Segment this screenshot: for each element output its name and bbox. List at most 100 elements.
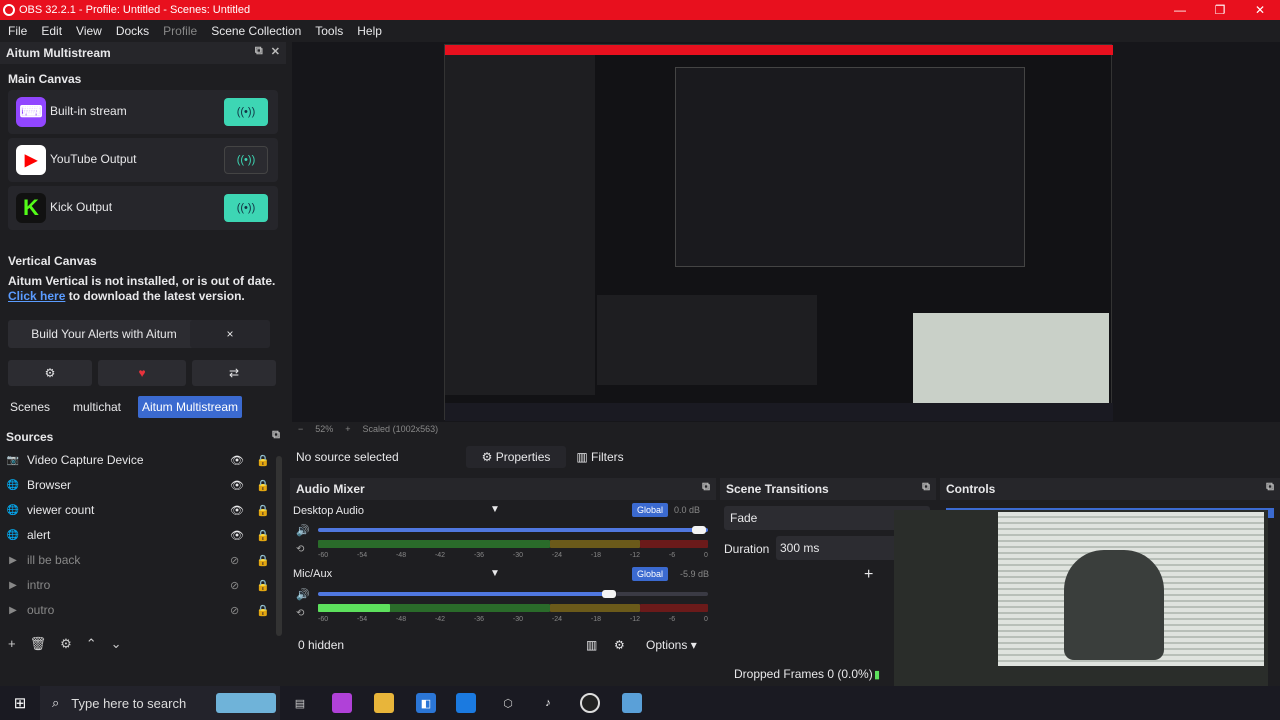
tab-scenes[interactable]: Scenes (6, 396, 54, 418)
settings-gear-icon[interactable]: ⚙ (8, 360, 92, 386)
windows-start-icon[interactable]: ⊞ (10, 693, 30, 713)
minimize-button[interactable]: — (1160, 0, 1200, 20)
menu-profile[interactable]: Profile (163, 24, 197, 38)
add-icon[interactable]: + (8, 636, 16, 652)
float-dock-icon[interactable]: ⧉ (1266, 481, 1274, 494)
app-thumbnail-icon[interactable] (622, 693, 642, 713)
lock-icon[interactable]: 🔒 (256, 554, 270, 567)
source-item[interactable]: ▶ intro ⊘ 🔒 (6, 573, 276, 597)
close-window-button[interactable]: ✕ (1240, 0, 1280, 20)
speaker-icon[interactable]: 🔊 (296, 524, 310, 537)
menu-scene-collection[interactable]: Scene Collection (211, 24, 301, 38)
menu-docks[interactable]: Docks (116, 24, 149, 38)
heart-icon[interactable]: ♥ (98, 360, 186, 386)
monitor-icon[interactable]: ⟲ (296, 544, 304, 555)
source-item[interactable]: ▶ outro ⊘ 🔒 (6, 598, 276, 622)
source-item[interactable]: ▶ ill be back ⊘ 🔒 (6, 548, 276, 572)
eye-icon[interactable]: 👁 (230, 529, 244, 542)
app-icon[interactable]: ⬡ (498, 693, 518, 713)
trash-icon[interactable]: 🗑 (30, 636, 47, 652)
click-here-link[interactable]: Click here (8, 289, 65, 303)
speaker-icon[interactable]: 🔊 (296, 588, 310, 601)
lock-icon[interactable]: 🔒 (256, 454, 270, 467)
file-explorer-icon[interactable] (374, 693, 394, 713)
edge-icon[interactable] (456, 693, 476, 713)
sources-toolbar: + 🗑 ⚙ ⌃ ⌄ (8, 636, 122, 652)
preview-area[interactable]: − 52% + Scaled (1002x563) (292, 42, 1280, 434)
aitum-dock-title: Aitum Multistream (6, 46, 111, 60)
eye-icon[interactable]: 👁 (230, 479, 244, 492)
volume-slider-handle[interactable] (602, 590, 616, 598)
channel-name: Mic/Aux (293, 568, 333, 580)
eye-hidden-icon[interactable]: ⊘ (230, 604, 239, 617)
play-icon: ▶ (9, 554, 17, 566)
float-dock-icon[interactable]: ⧉ (702, 481, 710, 494)
eye-icon[interactable]: 👁 (230, 504, 244, 517)
channel-db: 0.0 dB (674, 505, 701, 515)
zoom-in-icon[interactable]: + (345, 424, 350, 434)
gear-icon[interactable]: ⚙ (614, 638, 625, 652)
channel-dropdown-icon[interactable]: ▼ (490, 504, 500, 515)
copilot-icon[interactable] (332, 693, 352, 713)
lock-icon[interactable]: 🔒 (256, 529, 270, 542)
tab-aitum-multistream[interactable]: Aitum Multistream (138, 396, 242, 418)
split-icon[interactable]: ▥ (586, 638, 597, 652)
float-dock-icon[interactable]: ⧉ (922, 481, 930, 494)
menu-help[interactable]: Help (357, 24, 382, 38)
build-alerts-button[interactable]: Build Your Alerts with Aitum (8, 320, 200, 348)
gear-icon: ⚙ (481, 450, 496, 464)
tiktok-icon[interactable]: ♪ (538, 693, 558, 713)
obs-taskbar-icon[interactable] (580, 693, 600, 713)
eye-icon[interactable]: 👁 (230, 454, 244, 467)
source-item[interactable]: 📷 Video Capture Device 👁 🔒 (6, 448, 276, 472)
source-item[interactable]: 🌐 alert 👁 🔒 (6, 523, 276, 547)
source-item[interactable]: 🌐 Browser 👁 🔒 (6, 473, 276, 497)
stream-toggle-button[interactable]: ((•)) (224, 194, 268, 222)
nested-title-bar (445, 45, 1113, 55)
close-alerts-button[interactable]: × (190, 320, 270, 348)
lock-icon[interactable]: 🔒 (256, 579, 270, 592)
volume-slider-handle[interactable] (692, 526, 706, 534)
stream-toggle-button[interactable]: ((•)) (224, 146, 268, 174)
close-dock-icon[interactable]: ✕ (271, 45, 280, 58)
controls-header: Controls ⧉ (940, 478, 1280, 500)
zoom-out-icon[interactable]: − (298, 424, 303, 434)
lock-icon[interactable]: 🔒 (256, 604, 270, 617)
store-icon[interactable]: ◧ (416, 693, 436, 713)
sources-scrollbar[interactable] (276, 456, 282, 636)
lock-icon[interactable]: 🔒 (256, 504, 270, 517)
mixer-header: Audio Mixer ⧉ (290, 478, 716, 500)
menu-file[interactable]: File (8, 24, 27, 38)
chevron-up-icon[interactable]: ⌃ (86, 636, 97, 652)
chat-share-icon[interactable]: ⇄ (192, 360, 276, 386)
float-dock-icon[interactable]: ⧉ (272, 429, 280, 442)
aitum-dock-header: Aitum Multistream ⧉ ✕ (0, 42, 286, 64)
volume-slider[interactable] (318, 592, 616, 596)
float-dock-icon[interactable]: ⧉ (255, 45, 263, 58)
filters-button[interactable]: ▥ Filters (572, 446, 628, 468)
chevron-down-icon[interactable]: ⌄ (111, 636, 122, 652)
volume-slider-track[interactable] (616, 592, 708, 596)
properties-button[interactable]: ⚙ Properties (466, 446, 566, 468)
volume-slider[interactable] (318, 528, 708, 532)
eye-hidden-icon[interactable]: ⊘ (230, 554, 239, 567)
channel-dropdown-icon[interactable]: ▼ (490, 568, 500, 579)
stream-toggle-button[interactable]: ((•)) (224, 98, 268, 126)
options-button[interactable]: Options ▾ (646, 638, 697, 652)
eye-hidden-icon[interactable]: ⊘ (230, 579, 239, 592)
maximize-button[interactable]: ❐ (1200, 0, 1240, 20)
download-text: to download the latest version. (65, 289, 245, 303)
kick-icon: K (16, 193, 46, 223)
task-view-icon[interactable]: ▤ (290, 693, 310, 713)
menu-edit[interactable]: Edit (41, 24, 62, 38)
add-icon[interactable]: + (864, 566, 873, 584)
gear-icon[interactable]: ⚙ (60, 636, 72, 652)
tab-multichat[interactable]: multichat (64, 396, 130, 418)
lock-icon[interactable]: 🔒 (256, 479, 270, 492)
menu-view[interactable]: View (76, 24, 102, 38)
source-item[interactable]: 🌐 viewer count 👁 🔒 (6, 498, 276, 522)
preview-zoom-bar: − 52% + Scaled (1002x563) (298, 424, 438, 434)
menu-tools[interactable]: Tools (315, 24, 343, 38)
controls-title: Controls (946, 482, 996, 496)
monitor-icon[interactable]: ⟲ (296, 608, 304, 619)
